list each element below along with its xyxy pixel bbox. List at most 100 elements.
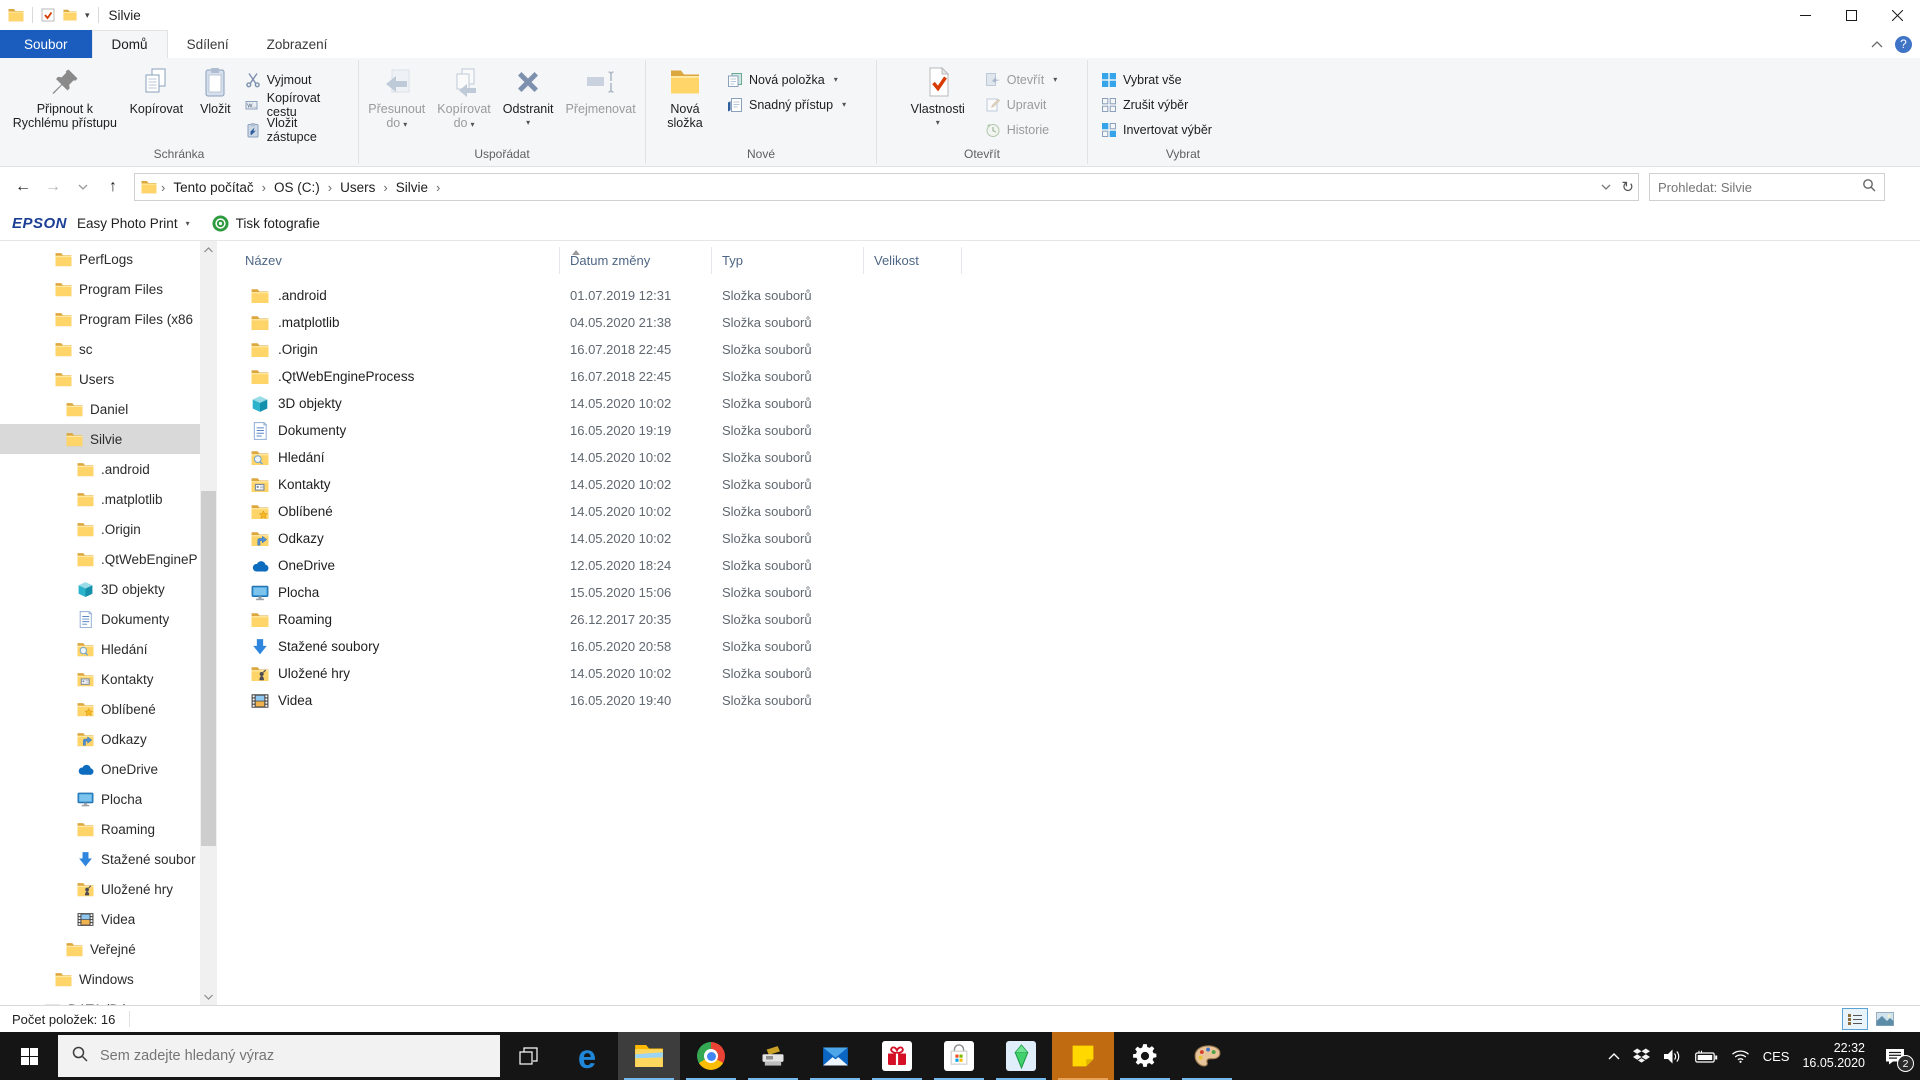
properties-button[interactable]: Vlastnosti ▾ [902, 61, 974, 131]
sidebar-item-plocha[interactable]: Plocha [0, 784, 217, 814]
chrome-taskbar-button[interactable] [680, 1032, 742, 1080]
sidebar-item-videa[interactable]: Videa [0, 904, 217, 934]
sidebar-item-hled-n[interactable]: Hledání [0, 634, 217, 664]
help-icon[interactable]: ? [1895, 35, 1912, 53]
sticky-notes-taskbar-button[interactable] [1052, 1032, 1114, 1080]
sidebar-item-sc[interactable]: sc [0, 334, 217, 364]
epson-dropdown-icon[interactable]: ▾ [186, 219, 190, 228]
column-header-velikost[interactable]: Velikost [864, 247, 962, 274]
delete-button[interactable]: Odstranit ▾ [499, 61, 558, 131]
show-hidden-icons-chevron[interactable] [1608, 1052, 1620, 1060]
column-header-typ[interactable]: Typ [712, 247, 864, 274]
edit-button[interactable]: Upravit [980, 94, 1063, 115]
tab-sdileni[interactable]: Sdílení [168, 30, 248, 58]
file-row-plocha[interactable]: Plocha 15.05.2020 15:06 Složka souborů [217, 579, 1920, 606]
collapse-ribbon-icon[interactable] [1871, 40, 1883, 48]
sidebar-item-windows[interactable]: Windows [0, 964, 217, 994]
column-header-nazev[interactable]: Název [217, 247, 560, 274]
minimize-button[interactable] [1782, 0, 1828, 30]
search-icon[interactable] [1862, 178, 1876, 197]
file-row-origin[interactable]: .Origin 16.07.2018 22:45 Složka souborů [217, 336, 1920, 363]
qat-customize-chevron-icon[interactable]: ▾ [85, 10, 90, 21]
sidebar-item-kontakty[interactable]: Kontakty [0, 664, 217, 694]
refresh-icon[interactable]: ↻ [1621, 178, 1634, 196]
address-bar[interactable]: › Tento počítač › OS (C:) › Users › Silvie › ↻ [134, 173, 1639, 201]
sidebar-item-users[interactable]: Users [0, 364, 217, 394]
sidebar-item-origin[interactable]: .Origin [0, 514, 217, 544]
breadcrumb-separator[interactable]: › [258, 180, 270, 195]
file-row-android[interactable]: .android 01.07.2019 12:31 Složka souborů [217, 282, 1920, 309]
task-view-button[interactable] [500, 1032, 556, 1080]
copy-path-button[interactable]: W... Kopírovat cestu [240, 91, 350, 119]
select-none-button[interactable]: Zrušit výběr [1096, 94, 1217, 115]
properties-qat-icon[interactable] [41, 8, 55, 22]
sidebar-item-odkazy[interactable]: Odkazy [0, 724, 217, 754]
details-view-button[interactable] [1842, 1008, 1868, 1030]
open-button[interactable]: Otevřít ▾ [980, 69, 1063, 90]
breadcrumb-silvie[interactable]: Silvie [392, 180, 432, 195]
file-row-ulo-en-hry[interactable]: Uložené hry 14.05.2020 10:02 Složka soubor… [217, 660, 1920, 687]
close-button[interactable] [1874, 0, 1920, 30]
search-input[interactable] [1650, 179, 1850, 195]
paste-button[interactable]: Vložit [191, 61, 240, 120]
start-button[interactable] [0, 1032, 58, 1080]
sidebar-item-3d-objekty[interactable]: 3D objekty [0, 574, 217, 604]
action-center-button[interactable]: 2 [1878, 1039, 1914, 1073]
back-button[interactable]: ← [8, 173, 38, 201]
new-folder-button[interactable]: Nová složka [654, 61, 716, 134]
file-row-roaming[interactable]: Roaming 26.12.2017 20:35 Složka souborů [217, 606, 1920, 633]
printer3d-taskbar-button[interactable] [742, 1032, 804, 1080]
sidebar-scrollbar[interactable] [200, 241, 217, 1005]
select-all-button[interactable]: Vybrat vše [1096, 69, 1217, 90]
sidebar-item-ve-ejn[interactable]: Veřejné [0, 934, 217, 964]
forward-button[interactable]: → [38, 173, 68, 201]
up-button[interactable]: ↑ [98, 173, 128, 201]
sidebar-item-data-d[interactable]: DATA (D:) [0, 994, 217, 1005]
copy-button[interactable]: Kopírovat [122, 61, 191, 120]
cut-button[interactable]: Vyjmout [240, 69, 350, 90]
sidebar-item-android[interactable]: .android [0, 454, 217, 484]
paint-taskbar-button[interactable] [1176, 1032, 1238, 1080]
sidebar-item-daniel[interactable]: Daniel [0, 394, 217, 424]
sidebar-item-ulo-en-hry[interactable]: Uložené hry [0, 874, 217, 904]
tab-soubor[interactable]: Soubor [0, 30, 92, 58]
large-icons-view-button[interactable] [1872, 1008, 1898, 1030]
file-explorer-taskbar-button[interactable] [618, 1032, 680, 1080]
battery-icon[interactable] [1694, 1050, 1718, 1063]
sidebar-item-qtwebenginep[interactable]: .QtWebEngineP [0, 544, 217, 574]
sidebar-item-silvie[interactable]: Silvie [0, 424, 217, 454]
maximize-button[interactable] [1828, 0, 1874, 30]
paste-shortcut-button[interactable]: Vložit zástupce [240, 116, 350, 144]
dropbox-icon[interactable] [1632, 1048, 1650, 1064]
file-row-odkazy[interactable]: Odkazy 14.05.2020 10:02 Složka souborů [217, 525, 1920, 552]
sidebar-item-onedrive[interactable]: OneDrive [0, 754, 217, 784]
edge-taskbar-button[interactable]: e [556, 1032, 618, 1080]
file-row-hled-n[interactable]: Hledání 14.05.2020 10:02 Složka souborů [217, 444, 1920, 471]
language-indicator[interactable]: CES [1763, 1049, 1790, 1064]
breadcrumb-os-c[interactable]: OS (C:) [270, 180, 324, 195]
file-row-videa[interactable]: Videa 16.05.2020 19:40 Složka souborů [217, 687, 1920, 714]
sidebar-item-perflogs[interactable]: PerfLogs [0, 244, 217, 274]
sims-taskbar-button[interactable] [990, 1032, 1052, 1080]
recent-locations-chevron[interactable] [68, 173, 98, 201]
sidebar-item-roaming[interactable]: Roaming [0, 814, 217, 844]
file-row-obl-ben[interactable]: Oblíbené 14.05.2020 10:02 Složka souborů [217, 498, 1920, 525]
pin-to-quick-access-button[interactable]: Připnout k Rychlému přístupu [8, 61, 122, 134]
gift-taskbar-button[interactable] [866, 1032, 928, 1080]
new-folder-qat-icon[interactable] [63, 8, 77, 22]
store-taskbar-button[interactable] [928, 1032, 990, 1080]
history-button[interactable]: Historie [980, 119, 1063, 140]
file-row-kontakty[interactable]: Kontakty 14.05.2020 10:02 Složka souborů [217, 471, 1920, 498]
breadcrumb-separator[interactable]: › [432, 180, 444, 195]
scrollbar-thumb[interactable] [201, 491, 216, 846]
invert-selection-button[interactable]: Invertovat výběr [1096, 119, 1217, 140]
file-row-dokumenty[interactable]: Dokumenty 16.05.2020 19:19 Složka souborů [217, 417, 1920, 444]
volume-icon[interactable] [1663, 1049, 1682, 1064]
file-row-sta-en-soubory[interactable]: Stažené soubory 16.05.2020 20:58 Složka so… [217, 633, 1920, 660]
file-row-matplotlib[interactable]: .matplotlib 04.05.2020 21:38 Složka soubor… [217, 309, 1920, 336]
sidebar-item-matplotlib[interactable]: .matplotlib [0, 484, 217, 514]
copy-to-button[interactable]: Kopírovat do ▾ [433, 61, 495, 136]
rename-button[interactable]: Přejmenovat [562, 61, 640, 120]
file-row-onedrive[interactable]: OneDrive 12.05.2020 18:24 Složka souborů [217, 552, 1920, 579]
breadcrumb-tento-po-ta[interactable]: Tento počítač [169, 180, 257, 195]
